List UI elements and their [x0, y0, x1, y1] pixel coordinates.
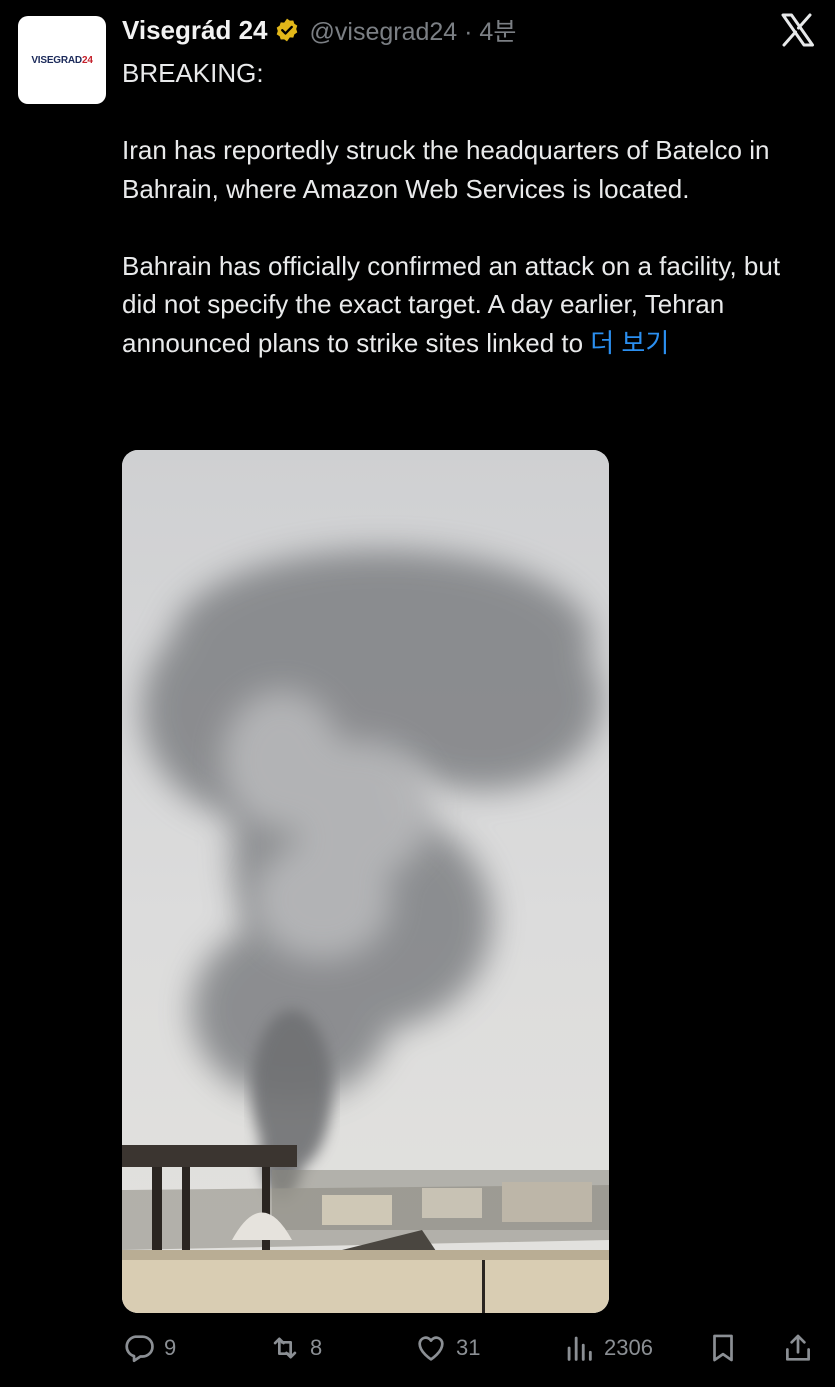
- smoke-photo-image: [122, 450, 609, 1313]
- x-logo-icon[interactable]: [777, 10, 817, 50]
- like-count: 31: [456, 1335, 481, 1360]
- tweet-photo[interactable]: [122, 450, 609, 1313]
- repost-icon: [273, 1337, 297, 1359]
- tweet-header: Visegrád 24 @visegrad24 · 4분: [122, 12, 516, 48]
- share-icon: [786, 1334, 810, 1361]
- views-button[interactable]: 2306: [562, 1326, 653, 1370]
- repost-count: 8: [310, 1335, 323, 1360]
- bookmark-icon: [713, 1334, 733, 1362]
- avatar-logo: VISEGRAD24: [31, 54, 93, 66]
- views-chart-icon: [567, 1336, 592, 1361]
- share-button[interactable]: [781, 1326, 823, 1370]
- repost-button[interactable]: 8: [268, 1326, 322, 1370]
- reply-count: 9: [164, 1335, 177, 1360]
- tweet-text: BREAKING: Iran has reportedly struck the…: [122, 54, 812, 362]
- tweet-body: BREAKING: Iran has reportedly struck the…: [122, 58, 781, 358]
- author-name[interactable]: Visegrád 24: [122, 15, 268, 46]
- heart-icon: [418, 1336, 444, 1361]
- reply-icon: [125, 1335, 154, 1363]
- show-more-link[interactable]: 더 보기: [590, 328, 669, 358]
- author-handle-time[interactable]: @visegrad24 · 4분: [310, 12, 517, 48]
- avatar[interactable]: VISEGRAD24: [18, 16, 106, 104]
- like-button[interactable]: 31: [414, 1326, 480, 1370]
- reply-button[interactable]: 9: [122, 1326, 176, 1370]
- bookmark-button[interactable]: [706, 1326, 748, 1370]
- verified-badge-icon: [276, 18, 297, 42]
- action-bar: 9 8 31 2306: [0, 1326, 835, 1370]
- views-count: 2306: [604, 1335, 653, 1360]
